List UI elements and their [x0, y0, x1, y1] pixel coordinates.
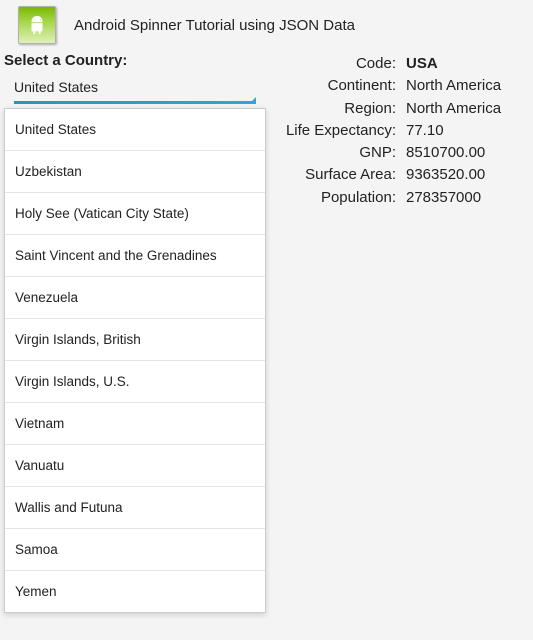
dropdown-item[interactable]: Uzbekistan: [5, 151, 265, 193]
detail-continent: Continent: North America: [270, 76, 523, 96]
spinner-label: Select a Country:: [0, 52, 270, 69]
detail-value: 8510700.00: [402, 143, 485, 163]
detail-label: Life Expectancy:: [270, 121, 402, 141]
left-column: Select a Country: United States United S…: [0, 52, 270, 613]
detail-value: North America: [402, 76, 501, 96]
detail-label: Code:: [270, 54, 402, 74]
dropdown-item[interactable]: United States: [5, 109, 265, 151]
dropdown-item[interactable]: Vanuatu: [5, 445, 265, 487]
detail-surface-area: Surface Area: 9363520.00: [270, 165, 523, 185]
detail-region: Region: North America: [270, 99, 523, 119]
dropdown-item[interactable]: Virgin Islands, U.S.: [5, 361, 265, 403]
detail-gnp: GNP: 8510700.00: [270, 143, 523, 163]
detail-label: GNP:: [270, 143, 402, 163]
android-app-icon: [18, 6, 56, 44]
detail-value: 278357000: [402, 188, 481, 208]
main-content: Select a Country: United States United S…: [0, 50, 533, 613]
detail-value: North America: [402, 99, 501, 119]
detail-value: USA: [402, 54, 438, 74]
spinner-dropdown[interactable]: United States Uzbekistan Holy See (Vatic…: [4, 108, 266, 613]
detail-label: Surface Area:: [270, 165, 402, 185]
spinner-selected[interactable]: United States: [0, 73, 270, 101]
dropdown-item[interactable]: Venezuela: [5, 277, 265, 319]
dropdown-item[interactable]: Samoa: [5, 529, 265, 571]
dropdown-item[interactable]: Virgin Islands, British: [5, 319, 265, 361]
dropdown-item[interactable]: Holy See (Vatican City State): [5, 193, 265, 235]
app-title: Android Spinner Tutorial using JSON Data: [74, 17, 355, 34]
dropdown-item[interactable]: Vietnam: [5, 403, 265, 445]
dropdown-item[interactable]: Yemen: [5, 571, 265, 612]
spinner-underline: [14, 101, 256, 104]
detail-value: 9363520.00: [402, 165, 485, 185]
detail-label: Continent:: [270, 76, 402, 96]
dropdown-item[interactable]: Saint Vincent and the Grenadines: [5, 235, 265, 277]
detail-value: 77.10: [402, 121, 444, 141]
detail-label: Population:: [270, 188, 402, 208]
details-panel: Code: USA Continent: North America Regio…: [270, 52, 533, 613]
detail-code: Code: USA: [270, 54, 523, 74]
detail-life-expectancy: Life Expectancy: 77.10: [270, 121, 523, 141]
app-header: Android Spinner Tutorial using JSON Data: [0, 0, 533, 50]
android-icon: [26, 14, 48, 36]
dropdown-item[interactable]: Wallis and Futuna: [5, 487, 265, 529]
detail-label: Region:: [270, 99, 402, 119]
detail-population: Population: 278357000: [270, 188, 523, 208]
